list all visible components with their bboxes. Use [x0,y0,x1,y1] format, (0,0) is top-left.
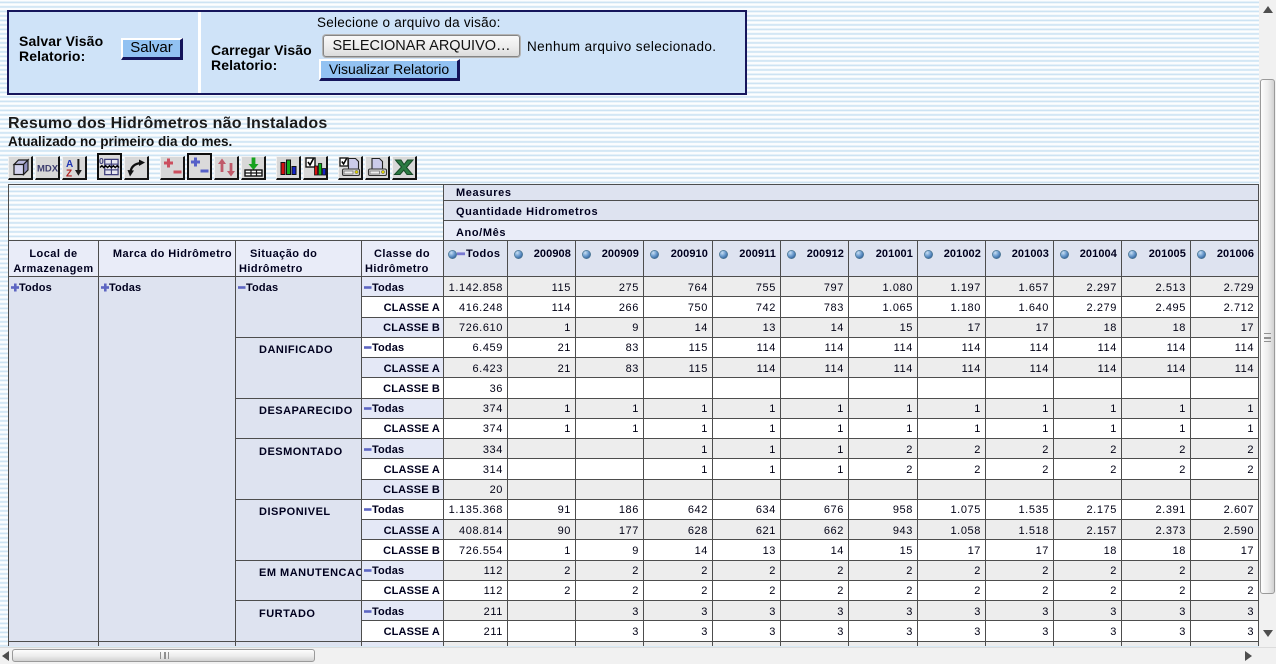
svg-text:Z: Z [66,169,72,178]
svg-text:0: 0 [99,156,104,166]
svg-text:MDX: MDX [37,164,58,175]
